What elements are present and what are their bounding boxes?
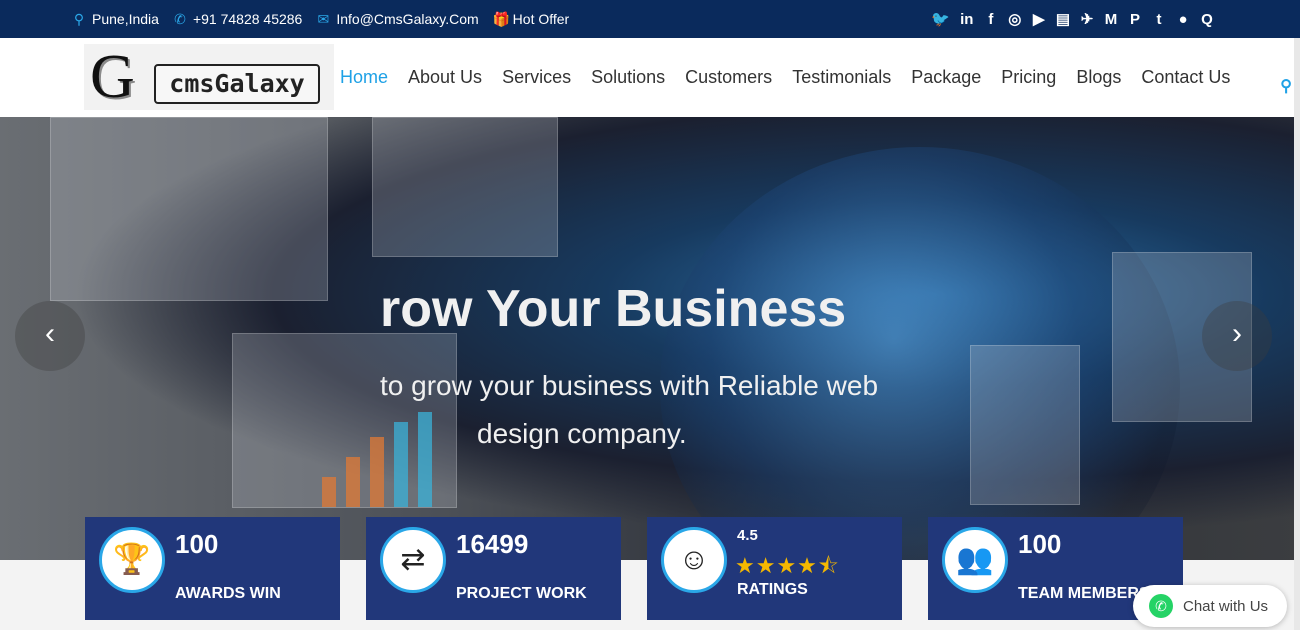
stats-row: 🏆 100 AWARDS WIN ⇄ 16499 PROJECT WORK ☺ … [0, 517, 1300, 630]
slider-next-button[interactable]: › [1202, 301, 1272, 371]
logo-word: cmsGalaxy [154, 64, 320, 104]
hero-subtitle: to grow your business with Reliable web … [380, 362, 940, 458]
stat-label: RATINGS [737, 581, 808, 598]
smile-icon: ☺ [661, 527, 727, 593]
chat-with-us-button[interactable]: ✆ Chat with Us [1133, 585, 1287, 627]
page-scrollbar[interactable] [1294, 38, 1300, 630]
stat-card-awards: 🏆 100 AWARDS WIN [85, 517, 340, 620]
hero-subtitle-line2: design company. [477, 418, 687, 449]
medium-icon[interactable]: M [1104, 11, 1118, 28]
hero-title: row Your Business [380, 280, 847, 338]
users-icon: 👥 [942, 527, 1008, 593]
location: ⚲ Pune,India [72, 11, 159, 28]
stat-card-ratings: ☺ 4.5 ★★★★⯪ RATINGS [647, 517, 902, 620]
instagram-icon[interactable]: ◎ [1008, 10, 1022, 28]
book-icon[interactable]: ▤ [1056, 10, 1070, 28]
nav-blogs[interactable]: Blogs [1076, 67, 1121, 88]
main-navbar: G cmsGalaxy Home About Us Services Solut… [0, 38, 1300, 117]
nav-pricing[interactable]: Pricing [1001, 67, 1056, 88]
site-logo[interactable]: G cmsGalaxy [84, 44, 334, 110]
facebook-icon[interactable]: f [984, 11, 998, 28]
hot-offer-text: Hot Offer [512, 11, 570, 27]
nav-solutions[interactable]: Solutions [591, 67, 665, 88]
linkedin-icon[interactable]: in [960, 11, 974, 28]
location-text: Pune,India [92, 11, 159, 27]
email-text: Info@CmsGalaxy.Com [336, 11, 479, 27]
nav-about-us[interactable]: About Us [408, 67, 482, 88]
reddit-icon[interactable]: ● [1176, 11, 1190, 28]
search-icon[interactable]: ⚲ [1280, 76, 1292, 96]
hero-globe [660, 147, 1180, 560]
nav-testimonials[interactable]: Testimonials [792, 67, 891, 88]
top-contact: ⚲ Pune,India ✆ +91 74828 45286 ✉ Info@Cm… [72, 0, 583, 38]
map-pin-icon: ⚲ [73, 10, 85, 27]
slider-prev-button[interactable]: ‹ [15, 301, 85, 371]
stat-value: 100 [1018, 529, 1062, 559]
repeat-icon: ⇄ [380, 527, 446, 593]
trophy-icon: 🏆 [99, 527, 165, 593]
logo-letter: G [90, 43, 135, 111]
chat-label: Chat with Us [1183, 597, 1269, 615]
hero-image-phone [970, 345, 1080, 505]
nav-services[interactable]: Services [502, 67, 571, 88]
nav-customers[interactable]: Customers [685, 67, 772, 88]
phone-icon: ✆ [174, 10, 186, 27]
stat-label: AWARDS WIN [175, 585, 281, 602]
top-bar: ⚲ Pune,India ✆ +91 74828 45286 ✉ Info@Cm… [0, 0, 1300, 38]
quora-icon[interactable]: Q [1200, 11, 1214, 28]
phone-text: +91 74828 45286 [192, 11, 303, 27]
twitter-icon[interactable]: 🐦 [931, 10, 950, 28]
stat-label: TEAM MEMBERS [1018, 585, 1150, 602]
nav-menu: Home About Us Services Solutions Custome… [340, 38, 1250, 117]
email-link[interactable]: ✉ Info@CmsGalaxy.Com [316, 11, 478, 28]
stat-value: 100 [175, 529, 219, 559]
stat-label: PROJECT WORK [456, 585, 587, 602]
nav-home[interactable]: Home [340, 67, 388, 88]
pinterest-icon[interactable]: P [1128, 11, 1142, 28]
rating-value: 4.5 [737, 527, 758, 544]
hot-offer-link[interactable]: 🎁 Hot Offer [493, 11, 570, 28]
nav-contact-us[interactable]: Contact Us [1141, 67, 1230, 88]
hero-slider: row Your Business to grow your business … [0, 117, 1300, 560]
hero-subtitle-line1: to grow your business with Reliable web [380, 370, 879, 401]
social-links: 🐦 in f ◎ ▶ ▤ ✈ M P t ● Q [921, 0, 1214, 38]
stat-value: 16499 [456, 529, 529, 559]
hero-image-tablet [50, 117, 328, 301]
envelope-icon: ✉ [317, 10, 330, 27]
gift-icon: 🎁 [492, 10, 511, 27]
plane-icon[interactable]: ✈ [1080, 10, 1094, 28]
stat-card-projects: ⇄ 16499 PROJECT WORK [366, 517, 621, 620]
hero-image-office [372, 117, 558, 257]
whatsapp-icon: ✆ [1149, 594, 1173, 618]
phone-link[interactable]: ✆ +91 74828 45286 [173, 11, 302, 28]
tumblr-icon[interactable]: t [1152, 11, 1166, 28]
nav-package[interactable]: Package [911, 67, 981, 88]
youtube-icon[interactable]: ▶ [1032, 10, 1046, 28]
